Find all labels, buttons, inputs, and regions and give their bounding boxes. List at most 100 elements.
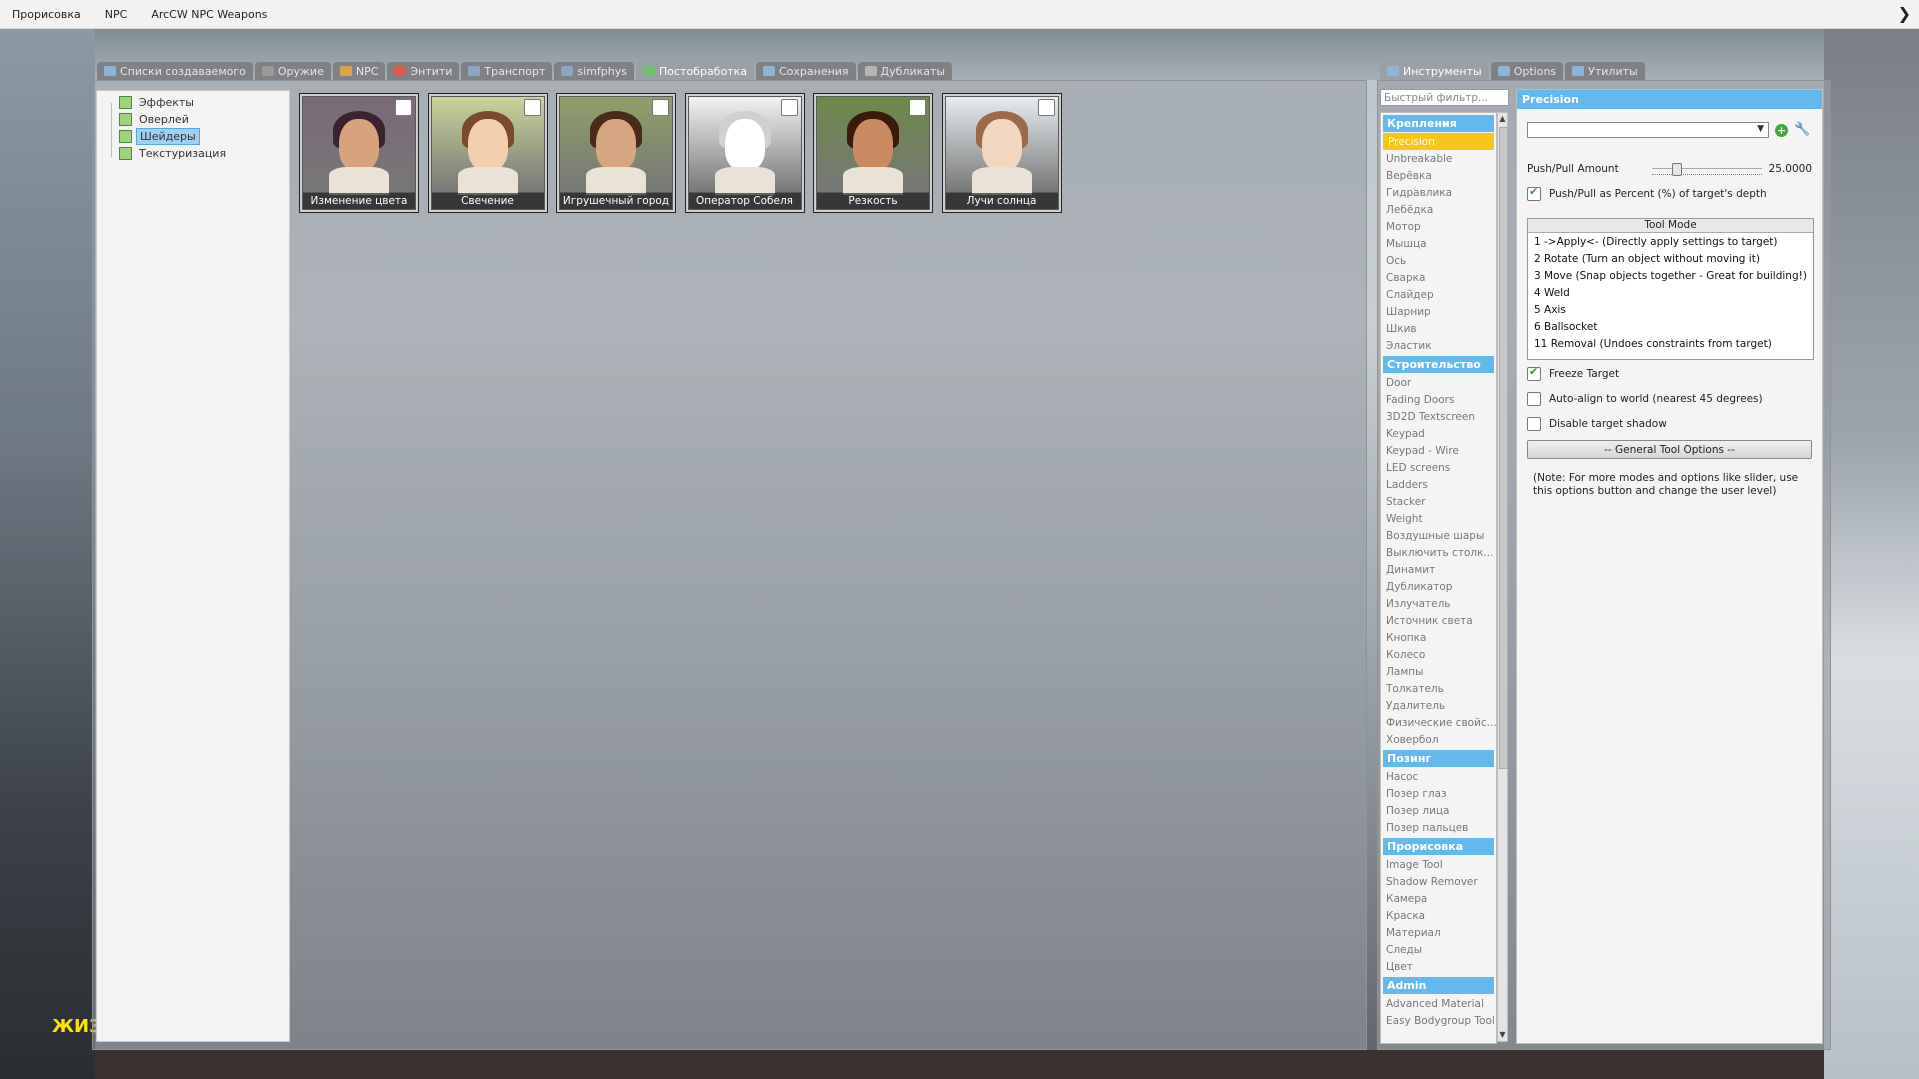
tab-list[interactable]: Списки создаваемого — [97, 62, 253, 80]
tool-list-item[interactable]: Слайдер — [1381, 286, 1496, 303]
enable-checkbox[interactable] — [909, 99, 926, 116]
tool-mode-row[interactable]: 2 Rotate (Turn an object without moving … — [1528, 250, 1813, 267]
wrench-icon[interactable]: 🔧 — [1794, 122, 1810, 137]
tab-entity[interactable]: Энтити — [387, 62, 460, 80]
percent-checkbox[interactable] — [1527, 185, 1541, 201]
enable-checkbox[interactable] — [395, 99, 412, 116]
tab-utilities[interactable]: Утилиты — [1565, 62, 1645, 80]
tool-list-item[interactable]: Колесо — [1381, 646, 1496, 663]
tool-list-item[interactable]: Сварка — [1381, 269, 1496, 286]
slider-track[interactable] — [1651, 163, 1762, 176]
tool-list-item[interactable]: Image Tool — [1381, 856, 1496, 873]
tool-list-item[interactable]: Weight — [1381, 510, 1496, 527]
tool-list-item[interactable]: Толкатель — [1381, 680, 1496, 697]
tool-list-item[interactable]: LED screens — [1381, 459, 1496, 476]
tool-list-item[interactable]: Keypad - Wire — [1381, 442, 1496, 459]
postprocess-thumbnail[interactable]: Игрушечный город — [556, 93, 676, 213]
tool-list-item[interactable]: Дубликатор — [1381, 578, 1496, 595]
menubar-item-npc[interactable]: NPC — [93, 8, 140, 21]
tab-npc[interactable]: NPC — [332, 62, 386, 80]
tool-list-item[interactable]: Ховербол — [1381, 731, 1496, 748]
tool-mode-row[interactable]: 1 ->Apply<- (Directly apply settings to … — [1528, 233, 1813, 250]
tool-list-item[interactable]: Позер лица — [1381, 802, 1496, 819]
tool-list-item[interactable]: Easy Bodygroup Tool — [1381, 1012, 1496, 1029]
tool-list-item[interactable]: Шарнир — [1381, 303, 1496, 320]
tab-postprocess[interactable]: Постобработка — [635, 62, 754, 80]
tool-list-item[interactable]: Следы — [1381, 941, 1496, 958]
tool-category-header[interactable]: Прорисовка — [1383, 838, 1494, 855]
push-pull-value[interactable]: 25.0000 — [1769, 163, 1812, 175]
tree-node-effects[interactable]: Эффекты — [97, 94, 289, 111]
tool-category-header[interactable]: Позинг — [1383, 750, 1494, 767]
tool-list-item[interactable]: Fading Doors — [1381, 391, 1496, 408]
tool-list-item[interactable]: Мотор — [1381, 218, 1496, 235]
postprocess-thumbnail[interactable]: Лучи солнца — [941, 93, 1062, 213]
tab-dupe[interactable]: Дубликаты — [857, 62, 953, 80]
tool-list-item[interactable]: 3D2D Textscreen — [1381, 408, 1496, 425]
menubar-item-arccw[interactable]: ArcCW NPC Weapons — [139, 8, 279, 21]
enable-checkbox[interactable] — [652, 99, 669, 116]
preset-combobox[interactable]: ▼ — [1527, 122, 1769, 138]
tree-node-texturize[interactable]: Текстуризация — [97, 145, 289, 162]
tab-vehicle[interactable]: Транспорт — [461, 62, 553, 80]
menubar-item-drawing[interactable]: Прорисовка — [0, 8, 93, 21]
tool-list-item[interactable]: Мышца — [1381, 235, 1496, 252]
tool-mode-header[interactable]: Tool Mode — [1528, 219, 1813, 233]
tool-list-item[interactable]: Лампы — [1381, 663, 1496, 680]
tab-car[interactable]: simfphys — [554, 62, 634, 80]
noshadow-checkbox-row[interactable]: Disable target shadow — [1527, 416, 1667, 432]
chevron-right-icon[interactable]: ❯ — [1898, 4, 1911, 23]
freeze-checkbox-row[interactable]: Freeze Target — [1527, 365, 1619, 382]
tool-mode-row[interactable]: 4 Weld — [1528, 284, 1813, 301]
quick-filter-input[interactable]: Быстрый фильтр... — [1380, 89, 1509, 106]
tool-mode-row[interactable]: 5 Axis — [1528, 301, 1813, 318]
tab-weapon[interactable]: Оружие — [254, 62, 331, 80]
tool-list-item[interactable]: Door — [1381, 374, 1496, 391]
tab-wrench[interactable]: Инструменты — [1380, 62, 1489, 80]
tool-list-item[interactable]: Воздушные шары — [1381, 527, 1496, 544]
tab-options[interactable]: Options — [1490, 62, 1564, 80]
enable-checkbox[interactable] — [1037, 99, 1055, 116]
enable-checkbox[interactable] — [523, 99, 541, 116]
tool-list-item[interactable]: Precision — [1383, 133, 1494, 150]
tool-list-item[interactable]: Камера — [1381, 890, 1496, 907]
tool-list-item[interactable]: Удалитель — [1381, 697, 1496, 714]
noshadow-checkbox[interactable] — [1527, 417, 1541, 431]
freeze-checkbox[interactable] — [1527, 365, 1541, 381]
tool-mode-row[interactable]: 3 Move (Snap objects together - Great fo… — [1528, 267, 1813, 284]
tool-list-scrollbar[interactable]: ▲ ▼ — [1497, 112, 1508, 1042]
scroll-down-icon[interactable]: ▼ — [1498, 1029, 1507, 1041]
tree-node-overlay[interactable]: Оверлей — [97, 111, 289, 128]
slider-knob[interactable] — [1672, 163, 1683, 176]
postprocess-thumbnail[interactable]: Оператор Собеля — [684, 93, 805, 213]
tool-list-item[interactable]: Выключить столк... — [1381, 544, 1496, 561]
scroll-up-icon[interactable]: ▲ — [1498, 113, 1507, 125]
tab-save[interactable]: Сохранения — [755, 62, 856, 80]
tool-list-item[interactable]: Кнопка — [1381, 629, 1496, 646]
tool-list-item[interactable]: Эластик — [1381, 337, 1496, 354]
general-tool-options-button[interactable]: -- General Tool Options -- — [1527, 440, 1812, 459]
add-preset-icon[interactable]: + — [1775, 124, 1788, 137]
tool-list-item[interactable]: Keypad — [1381, 425, 1496, 442]
tree-node-shaders[interactable]: Шейдеры — [97, 128, 289, 145]
autoalign-checkbox-row[interactable]: Auto-align to world (nearest 45 degrees) — [1527, 391, 1763, 407]
tool-category-header[interactable]: Крепления — [1383, 115, 1494, 132]
tool-list-item[interactable]: Насос — [1381, 768, 1496, 785]
tool-list-item[interactable]: Позер пальцев — [1381, 819, 1496, 836]
tool-list-item[interactable]: Верёвка — [1381, 167, 1496, 184]
tool-list-item[interactable]: Гидравлика — [1381, 184, 1496, 201]
tool-list-item[interactable]: Цвет — [1381, 958, 1496, 975]
tool-list-item[interactable]: Излучатель — [1381, 595, 1496, 612]
tool-category-header[interactable]: Admin — [1383, 977, 1494, 994]
scrollbar-thumb[interactable] — [1499, 127, 1508, 769]
tool-list-item[interactable]: Лебёдка — [1381, 201, 1496, 218]
tool-list-item[interactable]: Advanced Material — [1381, 995, 1496, 1012]
tool-list-item[interactable]: Материал — [1381, 924, 1496, 941]
tool-list-item[interactable]: Позер глаз — [1381, 785, 1496, 802]
postprocess-thumbnail[interactable]: Изменение цвета — [299, 93, 419, 213]
tool-list-item[interactable]: Ось — [1381, 252, 1496, 269]
postprocess-thumbnail[interactable]: Свечение — [427, 93, 548, 213]
tool-mode-row[interactable]: 11 Removal (Undoes constraints from targ… — [1528, 335, 1813, 352]
tool-list-item[interactable]: Физические свойс... — [1381, 714, 1496, 731]
percent-checkbox-row[interactable]: Push/Pull as Percent (%) of target's dep… — [1527, 185, 1767, 202]
